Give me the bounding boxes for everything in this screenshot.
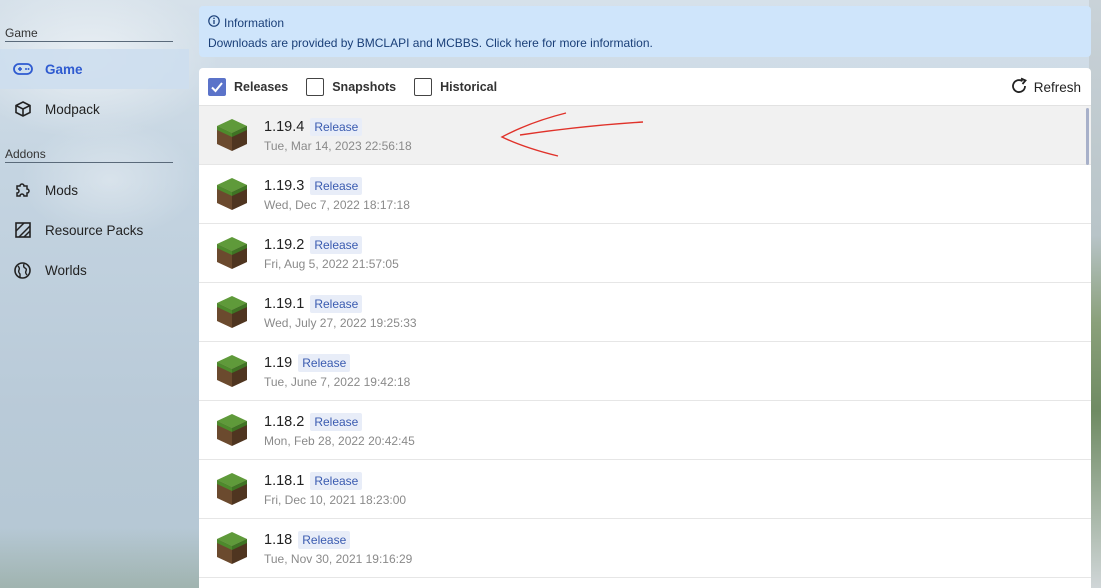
gamepad-icon [0,62,45,76]
version-row[interactable]: 1.19.1 Release Wed, July 27, 2022 19:25:… [199,283,1091,342]
version-line: 1.19.1 Release [264,294,417,313]
version-number: 1.19.2 [264,236,305,253]
version-line: 1.19.4 Release [264,117,412,136]
version-text: 1.19 Release Tue, June 7, 2022 19:42:18 [264,353,411,389]
release-tag: Release [310,235,363,254]
version-row[interactable]: 1.19.2 Release Fri, Aug 5, 2022 21:57:05 [199,224,1091,283]
grass-block-icon [217,178,247,210]
version-line: 1.19.2 Release [264,235,399,254]
sidebar-item-label: Resource Packs [45,222,144,238]
refresh-icon [1010,77,1028,98]
sidebar-item-game[interactable]: Game [0,49,189,89]
grass-block-icon [217,414,247,446]
grass-block-icon [217,237,247,269]
sidebar-item-label: Game [45,61,83,77]
version-line: 1.18 Release [264,530,412,549]
sidebar-item-modpack[interactable]: Modpack [0,89,189,129]
filter-toolbar: Releases Snapshots Historical Refresh [199,68,1091,106]
version-number: 1.19.1 [264,295,305,312]
version-text: 1.18 Release Tue, Nov 30, 2021 19:16:29 [264,530,413,566]
grass-block-icon [217,296,247,328]
release-date: Fri, Aug 5, 2022 21:57:05 [264,256,399,271]
sidebar-item-resource-packs[interactable]: Resource Packs [0,210,189,250]
release-date: Fri, Dec 10, 2021 18:23:00 [264,492,407,507]
filter-releases[interactable]: Releases [208,77,289,96]
checkbox-unchecked[interactable] [306,77,325,96]
release-date: Tue, June 7, 2022 19:42:18 [264,374,411,389]
version-row[interactable]: 1.19 Release Tue, June 7, 2022 19:42:18 [199,342,1091,401]
version-row[interactable]: 1.19.3 Release Wed, Dec 7, 2022 18:17:18 [199,165,1091,224]
info-banner[interactable]: Information Downloads are provided by BM… [199,6,1091,57]
info-title: Information [224,15,285,30]
section-label-addons: Addons [5,147,46,161]
version-number: 1.18 [264,531,293,548]
info-icon [208,15,220,30]
release-date: Wed, Dec 7, 2022 18:17:18 [264,197,410,212]
grass-block-icon [217,473,247,505]
section-divider [5,41,173,42]
version-number: 1.19.3 [264,177,305,194]
release-tag: Release [298,530,351,549]
puzzle-icon [0,181,45,199]
version-text: 1.19.1 Release Wed, July 27, 2022 19:25:… [264,294,417,330]
grass-block-icon [217,119,247,151]
info-link[interactable]: Downloads are provided by BMCLAPI and MC… [208,36,1082,50]
filter-label: Releases [234,79,289,94]
checkbox-checked[interactable] [208,77,226,96]
release-tag: Release [310,412,363,431]
box-icon [0,101,45,117]
filter-snapshots[interactable]: Snapshots [306,77,397,96]
version-list: 1.19.4 Release Tue, Mar 14, 2023 22:56:1… [199,106,1091,588]
version-line: 1.18.1 Release [264,471,406,490]
filter-historical[interactable]: Historical [414,77,498,96]
sidebar: Game Game Modpack Addons Mods Resource P… [0,0,190,588]
version-text: 1.19.2 Release Fri, Aug 5, 2022 21:57:05 [264,235,399,271]
scrollbar-thumb[interactable] [1086,108,1089,165]
release-tag: Release [310,117,363,136]
version-line: 1.18.2 Release [264,412,415,431]
sidebar-item-worlds[interactable]: Worlds [0,250,189,290]
version-line: 1.19 Release [264,353,410,372]
version-row[interactable]: 1.18.1 Release Fri, Dec 10, 2021 18:23:0… [199,460,1091,519]
version-text: 1.19.3 Release Wed, Dec 7, 2022 18:17:18 [264,176,410,212]
release-date: Wed, July 27, 2022 19:25:33 [264,315,417,330]
filter-label: Snapshots [332,79,397,94]
sidebar-item-label: Worlds [45,262,87,278]
version-number: 1.19.4 [264,118,305,135]
version-panel: Releases Snapshots Historical Refresh 1.… [199,68,1091,588]
version-text: 1.18.2 Release Mon, Feb 28, 2022 20:42:4… [264,412,415,448]
texture-icon [0,222,45,238]
sidebar-item-label: Mods [45,182,79,198]
release-tag: Release [298,353,351,372]
info-title-row: Information [208,15,1082,30]
sidebar-item-label: Modpack [45,101,100,117]
filter-label: Historical [440,79,498,94]
version-text: 1.18.1 Release Fri, Dec 10, 2021 18:23:0… [264,471,407,507]
grass-block-icon [217,532,247,564]
refresh-button[interactable]: Refresh [1010,77,1081,98]
checkbox-unchecked[interactable] [414,77,433,96]
release-tag: Release [310,294,363,313]
release-date: Mon, Feb 28, 2022 20:42:45 [264,433,415,448]
refresh-label: Refresh [1033,80,1081,95]
version-row[interactable]: 1.19.4 Release Tue, Mar 14, 2023 22:56:1… [199,106,1091,165]
release-tag: Release [310,471,363,490]
check-icon [211,81,223,92]
version-number: 1.18.2 [264,413,305,430]
sidebar-item-mods[interactable]: Mods [0,170,189,210]
version-row[interactable]: 1.18 Release Tue, Nov 30, 2021 19:16:29 [199,519,1091,578]
release-date: Tue, Nov 30, 2021 19:16:29 [264,551,413,566]
version-line: 1.19.3 Release [264,176,410,195]
section-label-game: Game [5,26,38,40]
version-number: 1.19 [264,354,293,371]
version-text: 1.19.4 Release Tue, Mar 14, 2023 22:56:1… [264,117,412,153]
release-date: Tue, Mar 14, 2023 22:56:18 [264,138,412,153]
version-number: 1.18.1 [264,472,305,489]
section-divider [5,162,173,163]
release-tag: Release [310,176,363,195]
globe-icon [0,261,45,279]
version-row[interactable]: 1.18.2 Release Mon, Feb 28, 2022 20:42:4… [199,401,1091,460]
grass-block-icon [217,355,247,387]
